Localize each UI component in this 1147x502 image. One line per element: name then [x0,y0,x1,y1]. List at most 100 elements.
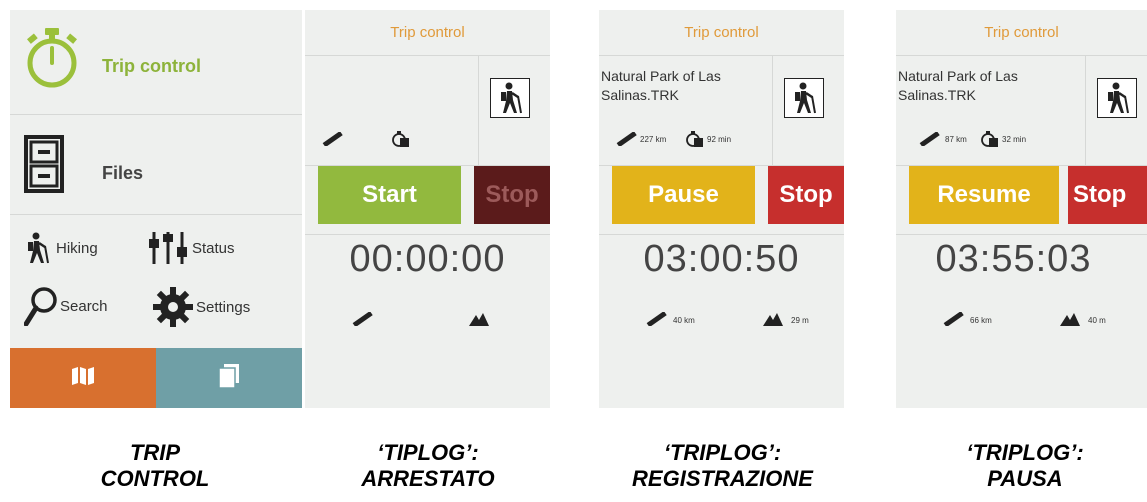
separator [599,234,844,235]
altitude: 29 m [763,312,809,328]
odometer: 40 km [645,311,695,328]
track-info: Natural Park of Las Salinas.TRK 227 km 9… [599,56,844,166]
trip-timer: 00:00:00 [349,238,506,280]
trip-timer: 03:00:50 [643,238,800,280]
ruler-icon [615,132,637,146]
menu-item-trip-control[interactable]: Trip control [10,10,302,115]
activity-box[interactable] [784,78,824,118]
caption-stopped: ‘TIPLOG’: ARRESTATO [328,440,528,492]
altitude [469,312,497,328]
altitude-value: 40 m [1088,315,1106,325]
gear-icon [152,286,194,328]
track-info: Natural Park of Las Salinas.TRK 87 km 32… [896,56,1147,166]
trip-screen-recording: Trip control Natural Park of Las Salinas… [599,10,844,408]
menu-item-search[interactable]: Search [24,286,108,326]
ruler-icon [645,311,667,328]
caption-trip-control: TRIP CONTROL [60,440,250,492]
hiking-label: Hiking [56,239,98,257]
track-name: Natural Park of Las Salinas.TRK [601,68,721,103]
trip-readouts: 66 km 40 m [896,304,1147,344]
stopwatch-small-icon [390,130,410,148]
caption-recording: ‘TRIPLOG’: REGISTRAZIONE [605,440,840,492]
trip-readouts: 40 km 29 m [599,304,844,344]
odometer-value: 40 km [673,315,695,325]
activity-selector[interactable] [478,56,550,166]
caption-line: TRIP [129,440,181,465]
trip-readouts [305,304,550,344]
search-icon [24,286,58,326]
hiker-icon [1108,82,1129,114]
main-menu-panel: Trip control Files Hiking Status Search … [10,10,302,408]
track-stats: 87 km 32 min [918,130,1026,148]
mountain-icon [469,312,489,328]
odometer-value: 66 km [970,315,992,325]
track-distance: 87 km [945,134,967,144]
map-button[interactable] [10,348,156,408]
stop-button[interactable]: Stop [768,166,844,224]
ruler-icon [918,132,940,146]
stop-button[interactable]: Stop [474,166,550,224]
track-name: Natural Park of Las Salinas.TRK [898,68,1018,103]
files-label: Files [102,163,144,183]
file-cabinet-icon [24,135,64,198]
screen-title: Trip control [599,10,844,56]
trip-screen-paused: Trip control Natural Park of Las Salinas… [896,10,1147,408]
track-stats: 227 km 92 min [615,130,731,148]
activity-selector[interactable] [772,56,844,166]
resume-button[interactable]: Resume [909,166,1059,224]
stopwatch-small-icon [684,130,704,148]
stop-button[interactable]: Stop [1068,166,1147,224]
trip-timer: 03:55:03 [935,238,1092,280]
separator [305,234,550,235]
menu-item-settings[interactable]: Settings [152,286,250,328]
mountain-icon [763,312,783,328]
screen-title: Trip control [896,10,1147,56]
equalizer-icon [148,231,192,265]
track-info [305,56,550,166]
trip-screen-stopped: Trip control Start Stop 00:00:00 [305,10,550,408]
stopwatch-icon [24,26,80,93]
status-label: Status [192,239,235,257]
ruler-icon [351,311,373,328]
altitude-value: 29 m [791,315,809,325]
caption-line: ARRESTATO [361,466,495,491]
pause-button[interactable]: Pause [612,166,755,224]
caption-line: CONTROL [100,466,210,491]
menu-item-status[interactable]: Status [148,231,235,265]
track-stats [321,130,413,148]
track-distance: 227 km [640,134,667,144]
caption-line: ‘TRIPLOG’: [663,440,782,465]
mountain-icon [1060,312,1080,328]
start-button[interactable]: Start [318,166,461,224]
screen-title: Trip control [305,10,550,56]
activity-box[interactable] [1097,78,1137,118]
caption-line: ‘TRIPLOG’: [966,440,1084,465]
caption-line: PAUSA [987,466,1063,491]
separator [896,234,1147,235]
map-icon [71,366,95,391]
search-label: Search [60,297,108,315]
hiker-icon [795,82,816,114]
menu-item-hiking[interactable]: Hiking [24,232,98,264]
caption-line: REGISTRAZIONE [632,466,813,491]
menu-item-files[interactable]: Files [10,115,302,215]
caption-line: ‘TIPLOG’: [377,440,479,465]
hiker-icon [501,82,522,114]
trip-control-label: Trip control [102,56,201,76]
hiker-icon [24,232,50,264]
pages-button[interactable] [156,348,302,408]
odometer: 66 km [942,311,992,328]
track-duration: 32 min [1002,134,1027,144]
pages-icon [218,363,240,394]
stopwatch-small-icon [979,130,999,148]
bottom-bar [10,348,302,408]
settings-label: Settings [196,298,251,316]
track-duration: 92 min [707,134,732,144]
ruler-icon [942,311,964,328]
odometer [351,311,379,328]
ruler-icon [321,132,343,146]
altitude: 40 m [1060,312,1106,328]
caption-paused: ‘TRIPLOG’: PAUSA [925,440,1125,492]
activity-selector[interactable] [1085,56,1147,166]
activity-box[interactable] [490,78,530,118]
